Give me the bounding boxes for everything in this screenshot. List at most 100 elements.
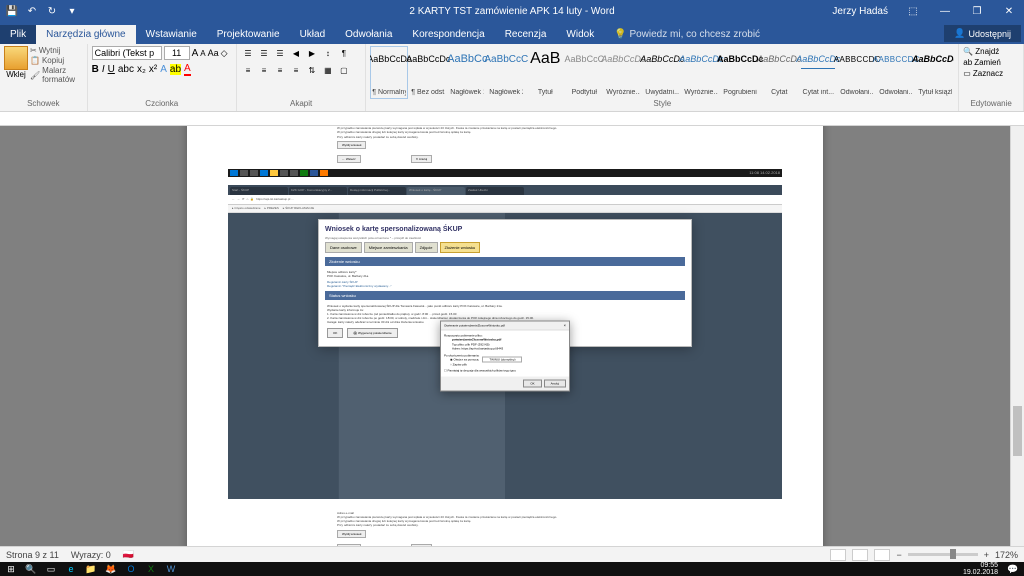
find-button[interactable]: 🔍 Znajdź xyxy=(963,46,1019,57)
vertical-scrollbar[interactable] xyxy=(1010,126,1024,546)
close-icon[interactable]: ✕ xyxy=(994,0,1024,22)
format-painter-button[interactable]: 🖌 Malarz formatów xyxy=(30,66,83,84)
outlook-icon[interactable]: O xyxy=(122,562,140,576)
borders-icon[interactable]: ▢ xyxy=(337,63,351,77)
style-item[interactable]: AaBbCcDcTytuł książki xyxy=(916,46,954,99)
line-spacing-icon[interactable]: ⇅ xyxy=(305,63,319,77)
undo-icon[interactable]: ↶ xyxy=(24,3,40,19)
redo-icon[interactable]: ↻ xyxy=(44,3,60,19)
read-mode-icon[interactable] xyxy=(830,549,846,561)
zoom-slider[interactable] xyxy=(908,553,978,556)
style-item[interactable]: AaBbCcDc¶ Bez odst... xyxy=(409,46,447,99)
system-clock[interactable]: 09:55 19.02.2018 xyxy=(963,562,1002,576)
document-area[interactable]: Adres e-mail W przypadku zamawiania pier… xyxy=(0,126,1010,546)
style-item[interactable]: AaBTytuł xyxy=(526,46,564,99)
style-item[interactable]: AaBbCcDc¶ Normalny xyxy=(370,46,408,99)
superscript-button[interactable]: x² xyxy=(149,64,157,75)
style-item[interactable]: AaBbCcDcUwydatni... xyxy=(643,46,681,99)
shrink-font-icon[interactable]: A xyxy=(200,49,205,58)
ruler[interactable] xyxy=(0,112,1024,126)
save-icon[interactable]: 💾 xyxy=(4,3,20,19)
font-size-combo[interactable] xyxy=(164,46,190,60)
tab-layout[interactable]: Układ xyxy=(290,25,336,44)
explorer-icon[interactable]: 📁 xyxy=(82,562,100,576)
style-item[interactable]: AaBbCcDcCytat xyxy=(760,46,798,99)
justify-icon[interactable]: ≡ xyxy=(289,63,303,77)
tell-me[interactable]: 💡 Powiedz mi, co chcesz zrobić xyxy=(604,25,770,44)
font-family-combo[interactable] xyxy=(92,46,162,60)
excel-icon[interactable]: X xyxy=(142,562,160,576)
shading-icon[interactable]: ▦ xyxy=(321,63,335,77)
align-center-icon[interactable]: ≡ xyxy=(257,63,271,77)
search-icon[interactable]: 🔍 xyxy=(22,562,40,576)
bold-button[interactable]: B xyxy=(92,64,99,75)
subscript-button[interactable]: x₂ xyxy=(137,64,146,75)
style-item[interactable]: AABBCCDCOdwołani... xyxy=(838,46,876,99)
scrollbar-thumb[interactable] xyxy=(1013,406,1022,456)
style-item[interactable]: AaBbCcDcWyróżnie... xyxy=(682,46,720,99)
style-item[interactable]: AaBbCcDcCytat int... xyxy=(799,46,837,99)
ss-taskbar: 11:0814.02.2018 xyxy=(228,169,782,177)
numbering-icon[interactable]: ☰ xyxy=(257,46,271,60)
align-left-icon[interactable]: ≡ xyxy=(241,63,255,77)
firefox-icon[interactable]: 🦊 xyxy=(102,562,120,576)
ribbon-options-icon[interactable]: ⬚ xyxy=(898,0,928,22)
change-case-icon[interactable]: Aa xyxy=(208,48,219,58)
taskview-icon[interactable]: ▭ xyxy=(42,562,60,576)
style-item[interactable]: AaBbCcCPodtytuł xyxy=(565,46,603,99)
language-status[interactable]: 🇵🇱 xyxy=(123,549,134,560)
zoom-out-icon[interactable]: − xyxy=(896,550,901,560)
font-color-icon[interactable]: A xyxy=(184,63,191,76)
tab-references[interactable]: Odwołania xyxy=(335,25,402,44)
style-item[interactable]: AaBbCcDcPogrubienie xyxy=(721,46,759,99)
tab-home[interactable]: Narzędzia główne xyxy=(36,25,136,44)
style-item[interactable]: AABBCCDCOdwołani... xyxy=(877,46,915,99)
minimize-icon[interactable]: — xyxy=(930,0,960,22)
zoom-in-icon[interactable]: + xyxy=(984,550,989,560)
underline-button[interactable]: U xyxy=(108,64,115,75)
share-button[interactable]: 👤 Udostępnij xyxy=(944,25,1021,42)
task-icon xyxy=(290,170,298,176)
paste-button[interactable]: Wklej xyxy=(4,46,28,84)
forward-icon: → xyxy=(237,197,240,201)
select-button[interactable]: ▭ Zaznacz xyxy=(963,68,1019,79)
web-layout-icon[interactable] xyxy=(874,549,890,561)
print-layout-icon[interactable] xyxy=(852,549,868,561)
inc-indent-icon[interactable]: ▶ xyxy=(305,46,319,60)
clear-format-icon[interactable]: ◇ xyxy=(221,48,228,59)
edge-icon[interactable]: e xyxy=(62,562,80,576)
align-right-icon[interactable]: ≡ xyxy=(273,63,287,77)
notifications-icon[interactable]: 💬 xyxy=(1004,562,1022,576)
dec-indent-icon[interactable]: ◀ xyxy=(289,46,303,60)
tab-file[interactable]: Plik xyxy=(0,25,36,44)
qat-more-icon[interactable]: ▾ xyxy=(64,3,80,19)
multilevel-icon[interactable]: ☰ xyxy=(273,46,287,60)
tab-review[interactable]: Recenzja xyxy=(495,25,557,44)
bullets-icon[interactable]: ☰ xyxy=(241,46,255,60)
copy-button[interactable]: 📋 Kopiuj xyxy=(30,56,83,65)
tab-insert[interactable]: Wstawianie xyxy=(136,25,207,44)
grow-font-icon[interactable]: A xyxy=(192,48,199,59)
highlight-icon[interactable]: ab xyxy=(170,64,181,75)
style-item[interactable]: AaBbCcCNagłówek 2 xyxy=(487,46,525,99)
user-name[interactable]: Jerzy Hadaś xyxy=(832,6,888,17)
text-effects-icon[interactable]: A xyxy=(160,64,167,75)
maximize-icon[interactable]: ❐ xyxy=(962,0,992,22)
tab-view[interactable]: Widok xyxy=(556,25,604,44)
form-link: Regulamin "Pieniądz Elektroniczny wydawa… xyxy=(327,284,683,288)
style-item[interactable]: AaBbCcDcWyróżnie... xyxy=(604,46,642,99)
cut-button[interactable]: ✂ Wytnij xyxy=(30,46,83,55)
strike-button[interactable]: abc xyxy=(118,64,134,75)
word-count[interactable]: Wyrazy: 0 xyxy=(71,550,111,560)
start-button[interactable]: ⊞ xyxy=(2,562,20,576)
page-status[interactable]: Strona 9 z 11 xyxy=(6,550,59,560)
show-marks-icon[interactable]: ¶ xyxy=(337,46,351,60)
tab-design[interactable]: Projektowanie xyxy=(207,25,290,44)
style-item[interactable]: AaBbCcNagłówek 1 xyxy=(448,46,486,99)
word-icon[interactable]: W xyxy=(162,562,180,576)
zoom-level[interactable]: 172% xyxy=(995,550,1018,560)
tab-mailings[interactable]: Korespondencja xyxy=(402,25,494,44)
italic-button[interactable]: I xyxy=(102,64,105,75)
sort-icon[interactable]: ↕ xyxy=(321,46,335,60)
replace-button[interactable]: ab Zamień xyxy=(963,57,1019,68)
